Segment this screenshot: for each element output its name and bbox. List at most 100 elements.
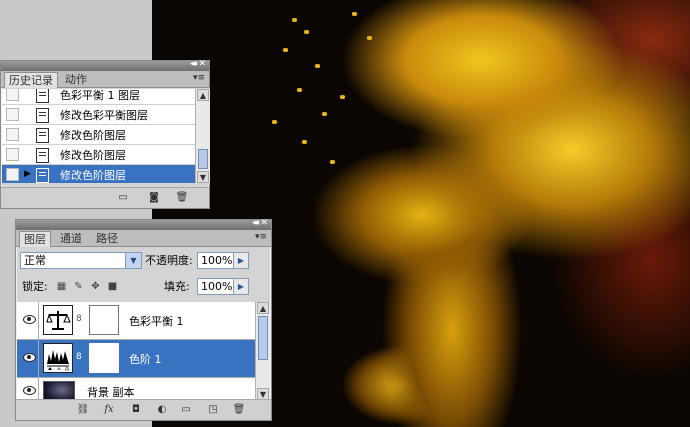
delete-layer-icon[interactable]: 🗑	[232, 404, 246, 415]
snapshot-source-checkbox[interactable]	[6, 148, 19, 161]
history-item-label: 色彩平衡 1 图层	[60, 89, 140, 102]
layer-mask-thumbnail[interactable]	[89, 343, 119, 373]
opacity-input[interactable]: 100% ▶	[197, 252, 249, 269]
scroll-thumb[interactable]	[258, 316, 268, 360]
layers-panel: ◂◂ ✕ 图层 通道 路径 ▾≡ 正常 ▼ 不透明度: 100% ▶ 锁定: ▦…	[15, 218, 272, 421]
close-icon[interactable]: ✕	[260, 218, 268, 228]
mask-link-icon[interactable]: 8	[76, 314, 82, 324]
layers-footer: ⛓ fx ◘ ◐ ▭ ◳ 🗑	[16, 399, 271, 420]
layer-name: 色阶 1	[129, 353, 162, 366]
history-list: 色彩平衡 1 图层 修改色彩平衡图层 修改色阶图层 修改色阶图层 ▶ 修改色阶图…	[2, 89, 195, 183]
history-state-icon	[36, 89, 49, 103]
tab-layers[interactable]: 图层	[19, 231, 51, 247]
mask-link-icon[interactable]: 8	[76, 352, 82, 362]
history-item[interactable]: 修改色阶图层	[2, 145, 195, 165]
panel-title-bar[interactable]: ◂◂ ✕	[1, 59, 209, 71]
canvas-detail	[367, 36, 372, 40]
panel-menu-icon[interactable]: ▾≡	[193, 73, 205, 83]
visibility-toggle[interactable]	[19, 340, 39, 377]
visibility-toggle[interactable]	[19, 302, 39, 339]
canvas-detail	[302, 140, 307, 144]
eye-icon	[23, 386, 36, 395]
link-layers-icon[interactable]: ⛓	[76, 404, 90, 415]
history-item-selected[interactable]: ▶ 修改色阶图层	[2, 165, 195, 183]
layer-list: 8 色彩平衡 1 8 色阶 1 背景 副本	[17, 302, 255, 400]
lock-all-icon[interactable]: ■	[107, 281, 118, 292]
blend-mode-select[interactable]: 正常 ▼	[20, 252, 142, 269]
history-scrollbar[interactable]: ▲ ▼	[195, 89, 210, 183]
delete-state-icon[interactable]: 🗑	[175, 192, 189, 203]
opacity-value: 100%	[201, 254, 233, 267]
scroll-down-icon[interactable]: ▼	[197, 171, 209, 183]
history-item-label: 修改色阶图层	[60, 129, 126, 142]
scroll-up-icon[interactable]: ▲	[257, 302, 269, 314]
layer-name: 色彩平衡 1	[129, 315, 184, 328]
canvas-detail	[352, 12, 357, 16]
canvas-detail	[272, 120, 277, 124]
visibility-toggle[interactable]	[19, 378, 39, 400]
new-layer-icon[interactable]: ◳	[206, 404, 220, 415]
scroll-thumb[interactable]	[198, 149, 208, 169]
add-mask-icon[interactable]: ◘	[129, 404, 143, 415]
tab-channels[interactable]: 通道	[56, 231, 86, 246]
snapshot-source-checkbox[interactable]	[6, 168, 19, 181]
levels-histogram-icon[interactable]	[43, 343, 73, 373]
new-snapshot-icon[interactable]: ◙	[147, 192, 161, 203]
history-item[interactable]: 色彩平衡 1 图层	[2, 89, 195, 105]
snapshot-source-checkbox[interactable]	[6, 108, 19, 121]
layer-row[interactable]: 背景 副本	[17, 378, 255, 400]
blend-mode-value: 正常	[24, 254, 46, 267]
history-footer: ▭ ◙ 🗑	[1, 187, 209, 208]
collapse-icon[interactable]: ◂◂	[252, 218, 259, 228]
eye-icon	[23, 353, 36, 362]
fill-input[interactable]: 100% ▶	[197, 278, 249, 295]
history-state-icon	[36, 108, 49, 123]
fill-label: 填充:	[164, 280, 190, 293]
opacity-slider-arrow-icon[interactable]: ▶	[233, 253, 248, 268]
lock-label: 锁定:	[22, 280, 48, 293]
layers-tabs: 图层 通道 路径 ▾≡	[16, 230, 271, 247]
layer-row[interactable]: 8 色彩平衡 1	[17, 302, 255, 340]
new-group-icon[interactable]: ▭	[179, 404, 193, 415]
scroll-up-icon[interactable]: ▲	[197, 89, 209, 101]
eye-icon	[23, 315, 36, 324]
layer-style-fx-icon[interactable]: fx	[102, 404, 116, 415]
history-item[interactable]: 修改色彩平衡图层	[2, 105, 195, 125]
layer-name: 背景 副本	[87, 386, 135, 399]
opacity-label: 不透明度:	[145, 254, 193, 267]
layer-thumbnail[interactable]	[43, 381, 75, 400]
history-item-label: 修改色阶图层	[60, 169, 126, 182]
close-icon[interactable]: ✕	[198, 59, 206, 69]
lock-position-icon[interactable]: ✥	[90, 281, 101, 292]
snapshot-source-checkbox[interactable]	[6, 128, 19, 141]
balance-scale-icon[interactable]	[43, 305, 73, 335]
canvas-detail	[322, 112, 327, 116]
fill-slider-arrow-icon[interactable]: ▶	[233, 279, 248, 294]
layer-row-selected[interactable]: 8 色阶 1	[17, 340, 255, 378]
tab-paths[interactable]: 路径	[92, 231, 122, 246]
layer-mask-thumbnail[interactable]	[89, 305, 119, 335]
tab-actions[interactable]: 动作	[61, 72, 91, 87]
collapse-icon[interactable]: ◂◂	[190, 59, 197, 69]
history-item[interactable]: 修改色阶图层	[2, 125, 195, 145]
history-state-pointer-icon: ▶	[24, 169, 31, 179]
chevron-down-icon[interactable]: ▼	[125, 253, 141, 268]
canvas-detail	[292, 18, 297, 22]
history-state-icon	[36, 148, 49, 163]
tab-history[interactable]: 历史记录	[4, 72, 58, 88]
snapshot-source-checkbox[interactable]	[6, 89, 19, 101]
canvas-detail	[340, 95, 345, 99]
history-panel: ◂◂ ✕ 历史记录 动作 ▾≡ 色彩平衡 1 图层 修改色彩平衡图层 修改色阶图…	[0, 59, 210, 209]
history-item-label: 修改色彩平衡图层	[60, 109, 148, 122]
canvas-detail	[315, 64, 320, 68]
new-document-from-state-icon[interactable]: ▭	[116, 192, 130, 203]
lock-transparency-icon[interactable]: ▦	[56, 281, 67, 292]
lock-image-icon[interactable]: ✎	[73, 281, 84, 292]
history-item-label: 修改色阶图层	[60, 149, 126, 162]
fill-value: 100%	[201, 280, 233, 293]
panel-title-bar[interactable]: ◂◂ ✕	[16, 218, 271, 230]
history-state-icon	[36, 168, 49, 183]
layers-scrollbar[interactable]: ▲ ▼	[255, 302, 270, 400]
panel-menu-icon[interactable]: ▾≡	[255, 232, 267, 242]
adjustment-layer-icon[interactable]: ◐	[155, 404, 169, 415]
